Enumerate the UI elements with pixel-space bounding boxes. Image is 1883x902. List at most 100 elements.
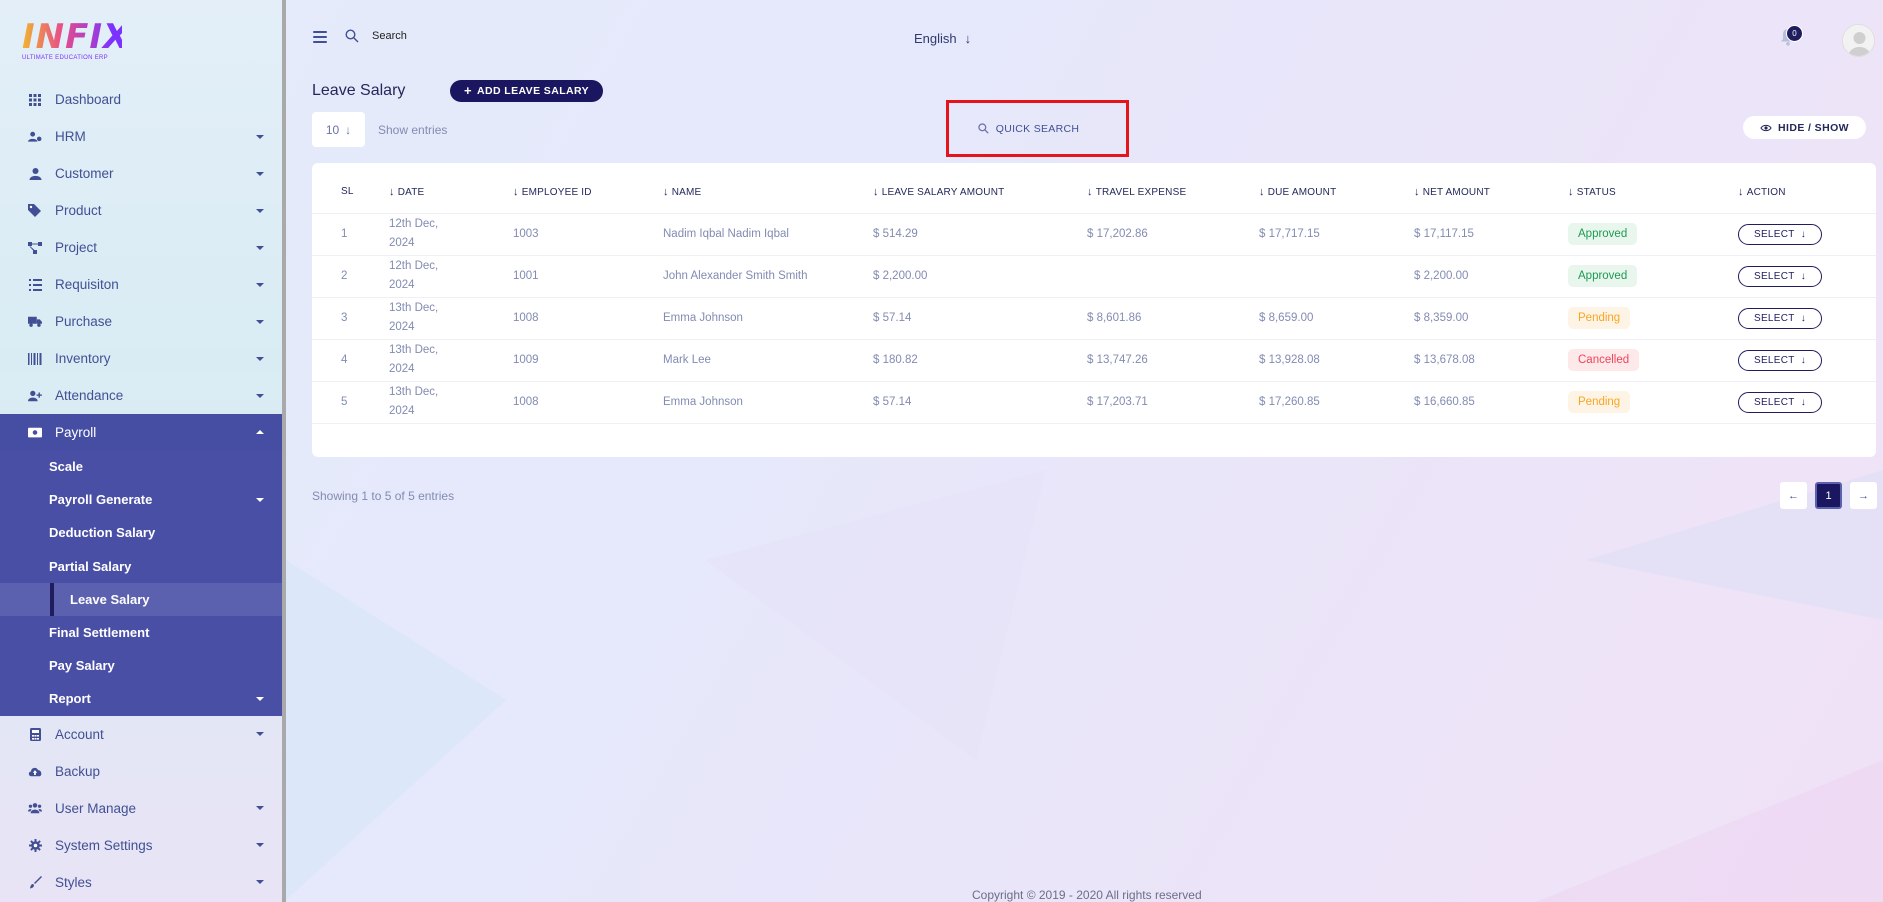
submenu-item-report[interactable]: Report bbox=[0, 682, 282, 715]
caret-down-icon bbox=[256, 208, 264, 213]
cell-sl: 5 bbox=[312, 381, 389, 424]
column-header[interactable]: ↓ STATUS bbox=[1568, 163, 1738, 214]
sidebar-item-account[interactable]: Account bbox=[0, 716, 282, 753]
sidebar-item-project[interactable]: Project bbox=[0, 229, 282, 266]
cell-value: 1009 bbox=[513, 353, 539, 366]
prev-page-button[interactable]: ← bbox=[1780, 482, 1807, 509]
cell-due-amount: $ 17,717.15 bbox=[1259, 213, 1414, 256]
select-action-button[interactable]: SELECT ↓ bbox=[1738, 391, 1822, 413]
submenu-item-label: Report bbox=[49, 691, 91, 707]
logo-text: INFIX bbox=[22, 17, 131, 57]
user-avatar[interactable] bbox=[1842, 24, 1875, 57]
page-button-current[interactable]: 1 bbox=[1815, 482, 1842, 509]
column-header[interactable]: ↓ NET AMOUNT bbox=[1414, 163, 1568, 214]
search-input[interactable]: Search bbox=[372, 30, 407, 42]
column-header: SL bbox=[312, 163, 389, 214]
submenu-item-partial-salary[interactable]: Partial Salary bbox=[0, 550, 282, 583]
select-action-button[interactable]: SELECT ↓ bbox=[1738, 265, 1822, 287]
sidebar-item-dashboard[interactable]: Dashboard bbox=[0, 81, 282, 118]
add-leave-salary-button[interactable]: + ADD LEAVE SALARY bbox=[450, 80, 603, 102]
sidebar-item-payroll[interactable]: Payroll bbox=[0, 414, 282, 450]
select-action-button[interactable]: SELECT ↓ bbox=[1738, 307, 1822, 329]
cell-value: 12th Dec, 2024 bbox=[389, 260, 439, 291]
sidebar-nav: Dashboard HRM Customer Product Project Requis… bbox=[0, 81, 282, 901]
sidebar-item-styles[interactable]: Styles bbox=[0, 864, 282, 901]
submenu-item-pay-salary[interactable]: Pay Salary bbox=[0, 649, 282, 682]
sidebar-item-system-settings[interactable]: System Settings bbox=[0, 827, 282, 864]
submenu-item-scale[interactable]: Scale bbox=[0, 450, 282, 483]
column-header[interactable]: ↓ DUE AMOUNT bbox=[1259, 163, 1414, 214]
cell-value: Mark Lee bbox=[663, 353, 711, 366]
menu-toggle-icon[interactable] bbox=[313, 31, 327, 43]
submenu-item-leave-salary[interactable]: Leave Salary bbox=[0, 582, 282, 617]
arrow-down-icon: ↓ bbox=[1800, 312, 1806, 324]
barcode-icon bbox=[28, 352, 42, 366]
brand-logo[interactable]: INFIX ULTIMATE EDUCATION ERP bbox=[22, 17, 131, 64]
cell-value: 5 bbox=[341, 395, 348, 408]
quick-search-input[interactable]: QUICK SEARCH bbox=[946, 100, 1129, 157]
column-header[interactable]: ↓ DATE bbox=[389, 163, 513, 214]
cell-value: 13th Dec, 2024 bbox=[389, 302, 439, 333]
column-header-label: NAME bbox=[671, 186, 702, 198]
notification-badge: 0 bbox=[1786, 25, 1803, 42]
entries-select[interactable]: 10 ↓ bbox=[312, 112, 365, 147]
select-action-button[interactable]: SELECT ↓ bbox=[1738, 223, 1822, 245]
cell-travel-expense: $ 8,601.86 bbox=[1087, 297, 1259, 340]
select-label: SELECT bbox=[1753, 270, 1795, 282]
cell-employee-id: 1008 bbox=[513, 297, 663, 340]
page-title: Leave Salary bbox=[312, 82, 406, 99]
column-header[interactable]: ↓ EMPLOYEE ID bbox=[513, 163, 663, 214]
cell-leave-salary: $ 57.14 bbox=[873, 297, 1087, 340]
cell-net-amount: $ 8,359.00 bbox=[1414, 297, 1568, 340]
cell-status: Cancelled bbox=[1568, 339, 1738, 382]
sidebar-item-user-manage[interactable]: User Manage bbox=[0, 790, 282, 827]
column-header[interactable]: ↓ NAME bbox=[663, 163, 873, 214]
sidebar-item-product[interactable]: Product bbox=[0, 192, 282, 229]
logo-tagline: ULTIMATE EDUCATION ERP bbox=[22, 55, 108, 61]
eye-icon bbox=[1760, 124, 1772, 131]
submenu-item-label: Pay Salary bbox=[49, 658, 115, 674]
sidebar-item-label: User Manage bbox=[55, 800, 137, 816]
sidebar-item-label: Purchase bbox=[55, 314, 113, 329]
cell-value: 4 bbox=[341, 353, 348, 366]
cell-status: Approved bbox=[1568, 255, 1738, 298]
sidebar-item-attendance[interactable]: Attendance bbox=[0, 377, 282, 414]
cell-status: Pending bbox=[1568, 381, 1738, 424]
plus-icon: + bbox=[464, 83, 472, 98]
sidebar-item-hrm[interactable]: HRM bbox=[0, 118, 282, 155]
cell-name: Emma Johnson bbox=[663, 381, 873, 424]
hide-show-button[interactable]: HIDE / SHOW bbox=[1743, 116, 1866, 139]
avatar-placeholder-icon bbox=[1843, 25, 1874, 56]
search-icon[interactable] bbox=[345, 29, 359, 43]
column-header[interactable]: ↓ LEAVE SALARY AMOUNT bbox=[873, 163, 1087, 214]
submenu-item-final-settlement[interactable]: Final Settlement bbox=[0, 616, 282, 649]
cell-value: 1008 bbox=[513, 395, 539, 408]
cell-value: $ 57.14 bbox=[873, 395, 912, 408]
language-selector[interactable]: English ↓ bbox=[914, 31, 971, 46]
sidebar-item-requisiton[interactable]: Requisiton bbox=[0, 266, 282, 303]
sidebar-item-backup[interactable]: Backup bbox=[0, 753, 282, 790]
sidebar-item-inventory[interactable]: Inventory bbox=[0, 340, 282, 377]
sidebar-item-purchase[interactable]: Purchase bbox=[0, 303, 282, 340]
cell-value: $ 514.29 bbox=[873, 227, 918, 240]
sidebar-item-customer[interactable]: Customer bbox=[0, 155, 282, 192]
column-header[interactable]: ↓ TRAVEL EXPENSE bbox=[1087, 163, 1259, 214]
column-header[interactable]: ↓ ACTION bbox=[1738, 163, 1876, 214]
cell-due-amount bbox=[1259, 255, 1414, 298]
caret-down-icon bbox=[256, 880, 264, 884]
column-header-label: DATE bbox=[397, 186, 425, 198]
sidebar-scrollbar[interactable] bbox=[282, 0, 286, 902]
submenu-item-label: Scale bbox=[49, 459, 83, 475]
sidebar-item-label: Customer bbox=[55, 166, 114, 181]
submenu-item-payroll-generate[interactable]: Payroll Generate bbox=[0, 483, 282, 516]
next-page-button[interactable]: → bbox=[1850, 482, 1877, 509]
caret-down-icon bbox=[256, 134, 264, 139]
submenu-item-deduction-salary[interactable]: Deduction Salary bbox=[0, 516, 282, 549]
table-header-row: SL ↓ DATE ↓ EMPLOYEE ID ↓ NAME ↓ LEAVE SALARY AM… bbox=[312, 163, 1876, 214]
cell-net-amount: $ 2,200.00 bbox=[1414, 255, 1568, 298]
select-action-button[interactable]: SELECT ↓ bbox=[1738, 349, 1822, 371]
cell-value: $ 17,260.85 bbox=[1259, 395, 1320, 408]
sidebar-item-label: Payroll bbox=[55, 424, 97, 440]
hide-show-label: HIDE / SHOW bbox=[1778, 121, 1849, 134]
topbar: Search English ↓ 0 bbox=[286, 0, 1883, 76]
